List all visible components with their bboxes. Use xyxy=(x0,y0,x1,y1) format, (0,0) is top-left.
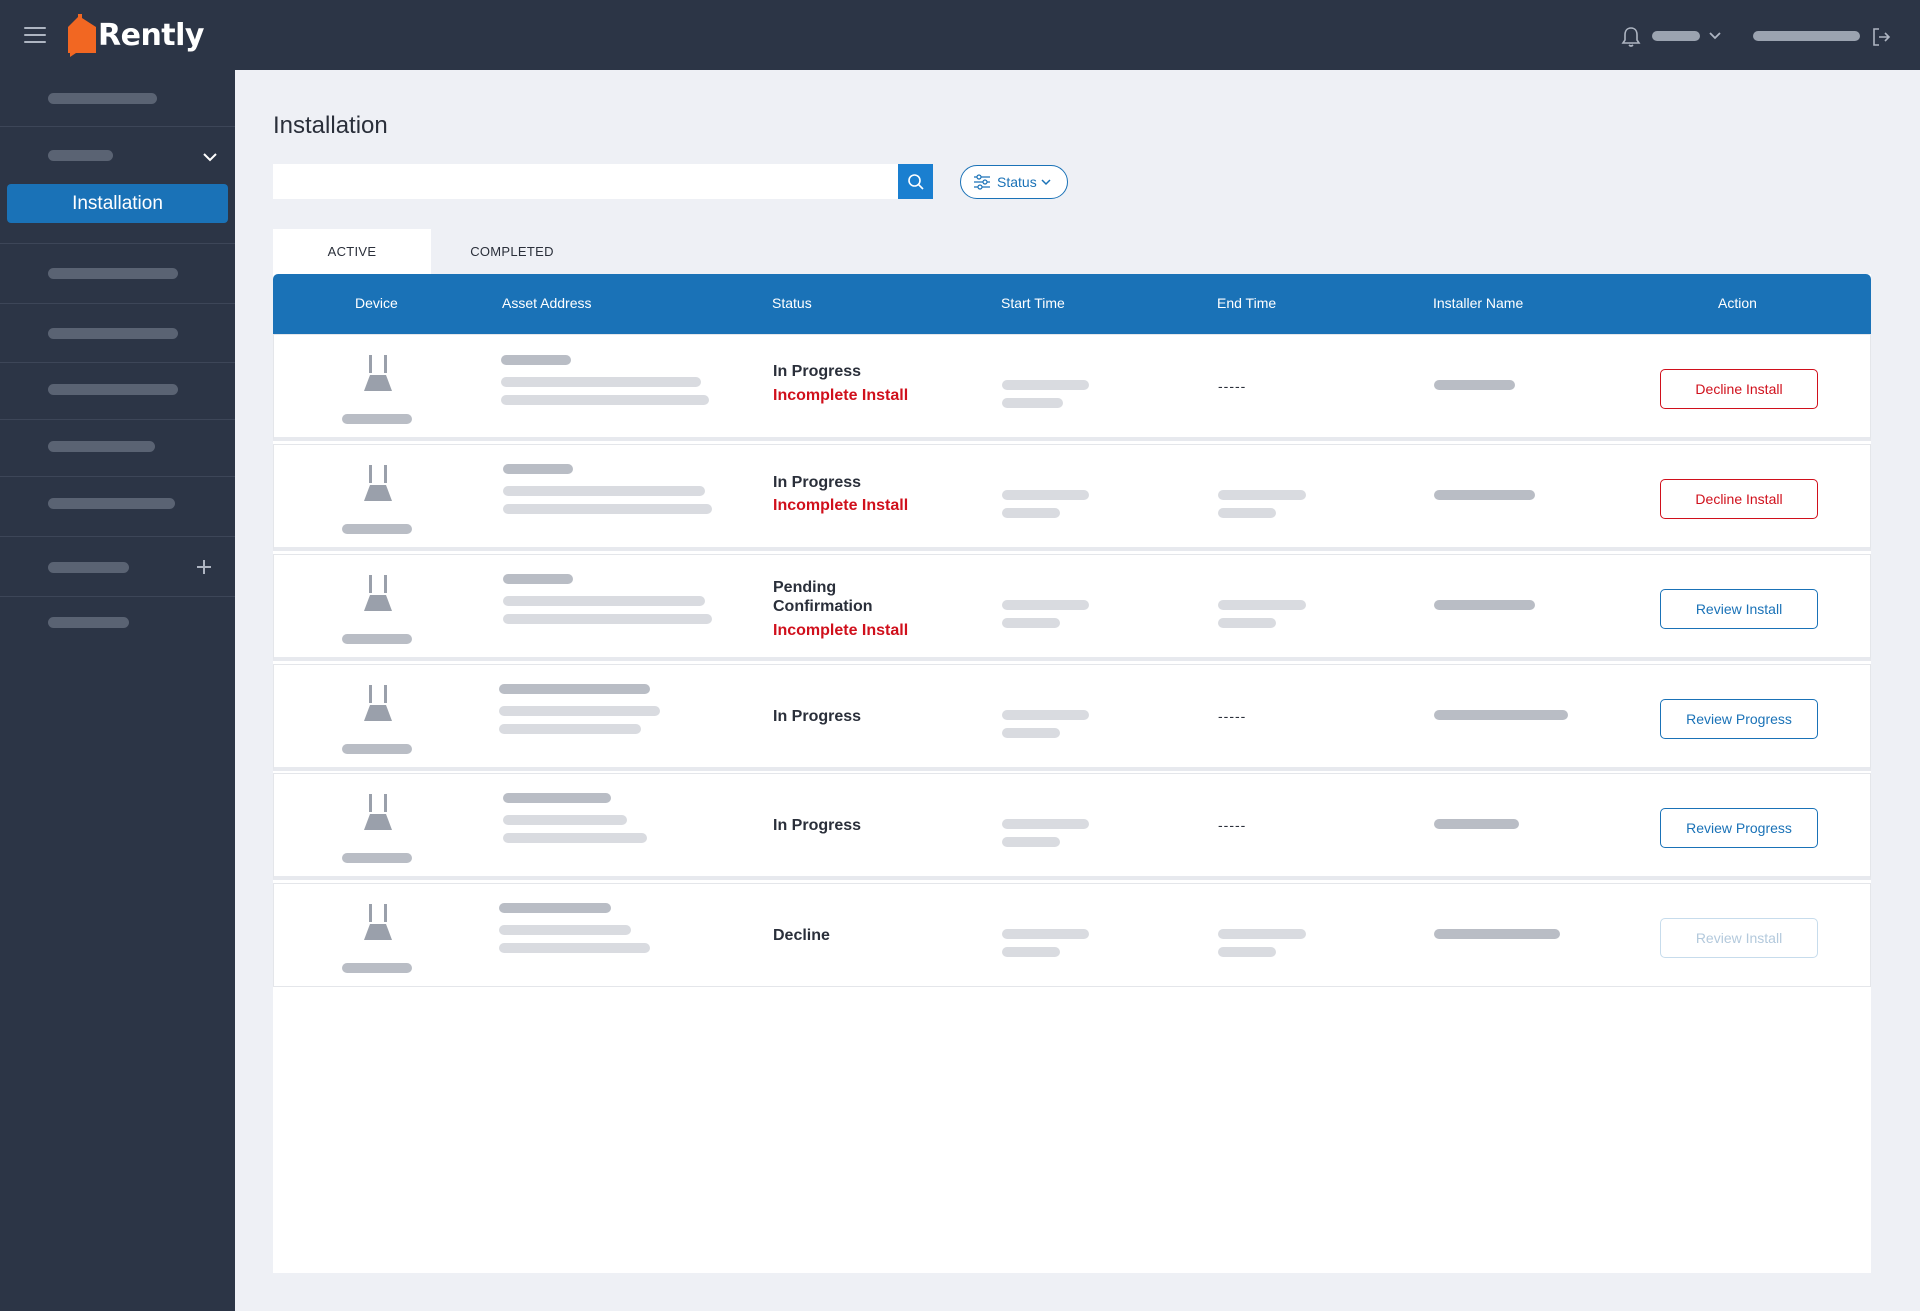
page-title: Installation xyxy=(273,112,388,139)
logout-icon[interactable] xyxy=(1870,26,1892,48)
plus-icon[interactable] xyxy=(196,559,212,575)
review-progress-button[interactable]: Review Progress xyxy=(1660,699,1818,739)
sidebar-item[interactable] xyxy=(0,597,235,654)
chevron-down-icon[interactable] xyxy=(202,152,218,162)
status-filter-button[interactable]: Status xyxy=(960,165,1068,199)
decline-install-button[interactable]: Decline Install xyxy=(1660,369,1818,409)
row-substatus: Incomplete Install xyxy=(773,622,909,639)
sidebar-item[interactable] xyxy=(0,244,235,304)
search-button[interactable] xyxy=(898,164,933,199)
device-icon xyxy=(364,904,392,940)
menu-icon[interactable] xyxy=(24,27,46,43)
chevron-down-icon[interactable] xyxy=(1708,31,1722,41)
device-icon xyxy=(364,465,392,501)
table-row: In Progress ----- Review Progress xyxy=(273,773,1871,880)
decline-install-button[interactable]: Decline Install xyxy=(1660,479,1818,519)
device-icon xyxy=(364,575,392,611)
tab-completed[interactable]: COMPLETED xyxy=(431,229,593,274)
row-status: In Progress xyxy=(773,708,862,725)
sidebar-item[interactable] xyxy=(0,70,235,127)
column-header-end-time: End Time xyxy=(1217,295,1277,311)
column-header-asset-address: Asset Address xyxy=(502,295,592,311)
column-header-status: Status xyxy=(772,295,812,311)
row-substatus: Incomplete Install xyxy=(773,387,909,404)
top-bar: Rently xyxy=(0,0,1920,70)
table-row: In Progress ----- Review Progress xyxy=(273,664,1871,771)
column-header-device: Device xyxy=(355,295,398,311)
user-name-placeholder[interactable] xyxy=(1652,31,1700,41)
row-status: In Progress xyxy=(773,817,862,834)
sidebar-item[interactable] xyxy=(0,477,235,537)
table-row: In Progress Incomplete Install Decline I… xyxy=(273,444,1871,551)
search-icon xyxy=(907,173,924,190)
sidebar-item[interactable] xyxy=(0,537,235,597)
column-header-installer-name: Installer Name xyxy=(1433,295,1524,311)
device-icon xyxy=(364,355,392,391)
sidebar-item[interactable] xyxy=(0,304,235,363)
table-row: Pending Confirmation Incomplete Install … xyxy=(273,554,1871,661)
device-icon xyxy=(364,794,392,830)
table-row: Decline Review Install xyxy=(273,883,1871,987)
row-status: In Progress xyxy=(773,474,862,491)
device-icon xyxy=(364,685,392,721)
sidebar-item-installation[interactable]: Installation xyxy=(7,184,228,223)
review-install-button: Review Install xyxy=(1660,918,1818,958)
row-status: In Progress xyxy=(773,363,862,380)
sidebar: Installation xyxy=(0,70,235,1311)
tab-active[interactable]: ACTIVE xyxy=(273,229,431,274)
installation-table: Device Asset Address Status Start Time E… xyxy=(273,274,1871,1273)
row-status: Decline xyxy=(773,927,830,944)
row-end-time: ----- xyxy=(1218,378,1247,394)
logo-house-icon xyxy=(68,14,96,57)
table-header: Device Asset Address Status Start Time E… xyxy=(273,274,1871,334)
sidebar-item[interactable] xyxy=(0,363,235,420)
row-end-time: ----- xyxy=(1218,708,1247,724)
column-header-action: Action xyxy=(1718,295,1757,311)
sidebar-item[interactable] xyxy=(0,420,235,477)
column-header-start-time: Start Time xyxy=(1001,295,1065,311)
row-end-time: ----- xyxy=(1218,817,1247,833)
bell-icon[interactable] xyxy=(1620,26,1642,48)
review-install-button[interactable]: Review Install xyxy=(1660,589,1818,629)
chevron-down-icon xyxy=(1041,179,1051,186)
search-input[interactable] xyxy=(273,164,899,199)
status-filter-label: Status xyxy=(997,174,1037,190)
row-status: Pending Confirmation xyxy=(773,579,873,615)
review-progress-button[interactable]: Review Progress xyxy=(1660,808,1818,848)
logo[interactable]: Rently xyxy=(66,12,204,58)
account-placeholder xyxy=(1753,31,1860,41)
row-substatus: Incomplete Install xyxy=(773,497,909,514)
filter-icon xyxy=(974,174,990,190)
table-row: In Progress Incomplete Install ----- Dec… xyxy=(273,334,1871,441)
logo-text: Rently xyxy=(98,17,204,53)
